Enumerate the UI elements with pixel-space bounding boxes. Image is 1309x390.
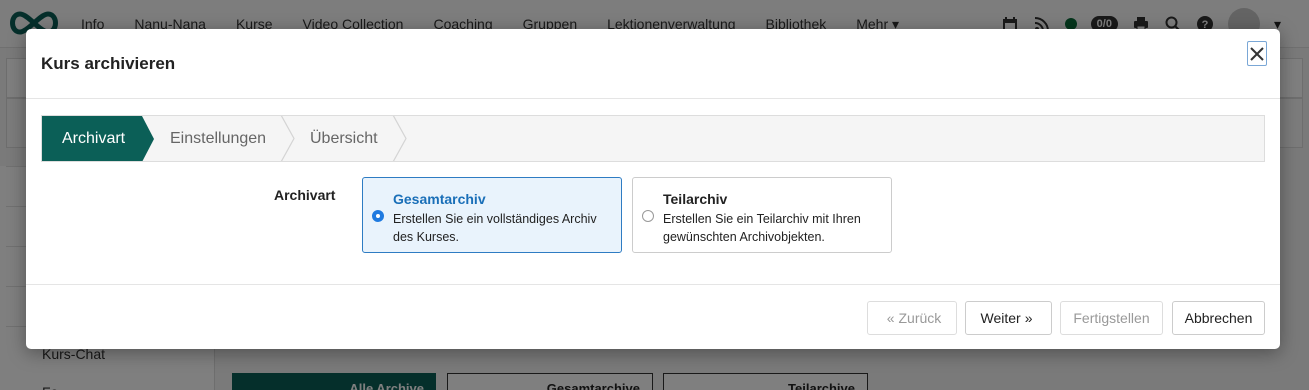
step-active-arrow [142,116,154,161]
option-gesamtarchiv[interactable]: Gesamtarchiv Erstellen Sie ein vollständ… [362,177,622,253]
step-label: Archivart [62,129,126,147]
close-button[interactable] [1247,41,1267,66]
finish-button-label: Fertigstellen [1073,310,1150,326]
next-button-label: Weiter [980,310,1021,326]
option-description-line: Erstellen Sie ein Teilarchiv mit Ihren [663,212,861,226]
step-separator [392,116,407,161]
option-description-line: des Kurses. [393,230,460,244]
dialog-footer: « Zurück Weiter » Fertigstellen Abbreche… [26,284,1280,349]
dialog-title: Kurs archivieren [41,54,176,73]
step-label: Einstellungen [170,129,267,147]
radio-teilarchiv[interactable] [642,210,654,222]
next-button[interactable]: Weiter » [965,301,1052,335]
wizard-steps: Archivart Einstellungen Übersicht [41,115,1265,162]
radio-gesamtarchiv[interactable] [372,210,384,222]
dialog-header: Kurs archivieren [26,29,1280,99]
step-separator [280,116,295,161]
cancel-button-label: Abbrechen [1184,310,1253,326]
step-label: Übersicht [310,129,378,147]
option-title: Gesamtarchiv [393,191,486,207]
step-archivart[interactable]: Archivart [42,116,142,161]
double-chevron-left-icon: « [886,310,895,326]
cancel-button[interactable]: Abbrechen [1172,301,1265,335]
archive-course-dialog: Kurs archivieren Archivart Einstellungen… [26,29,1280,349]
double-chevron-right-icon: » [1024,310,1033,326]
back-button[interactable]: « Zurück [867,301,957,335]
back-button-label: Zurück [898,310,942,326]
option-description-line: gewünschten Archivobjekten. [663,230,825,244]
finish-button[interactable]: Fertigstellen [1060,301,1163,335]
step-einstellungen[interactable]: Einstellungen [170,116,266,161]
option-description-line: Erstellen Sie ein vollständiges Archiv [393,212,597,226]
step-uebersicht[interactable]: Übersicht [310,116,378,161]
option-teilarchiv[interactable]: Teilarchiv Erstellen Sie ein Teilarchiv … [632,177,892,253]
option-title: Teilarchiv [663,191,728,207]
close-icon [1250,46,1264,61]
archive-type-label: Archivart [274,187,336,203]
